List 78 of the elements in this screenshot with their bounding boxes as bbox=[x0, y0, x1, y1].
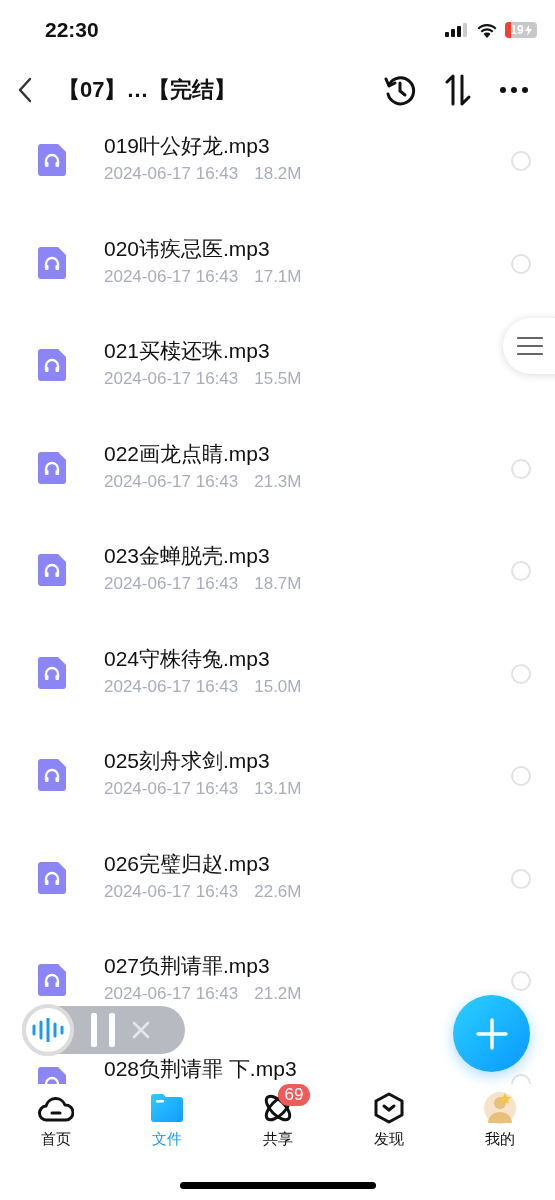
file-row[interactable]: 020讳疾忌医.mp3 2024-06-17 16:43 17.1M bbox=[0, 222, 555, 325]
file-size: 15.0M bbox=[254, 676, 302, 697]
file-date: 2024-06-17 16:43 bbox=[104, 676, 239, 697]
select-radio[interactable] bbox=[511, 151, 531, 171]
file-size: 18.7M bbox=[254, 574, 302, 594]
file-row[interactable]: 024守株待兔.mp3 2024-06-17 16:43 15.0M bbox=[0, 632, 555, 735]
file-size: 21.3M bbox=[254, 471, 302, 492]
file-size: 17.1M bbox=[254, 266, 302, 287]
tab-item[interactable]: 我的 bbox=[444, 1084, 555, 1154]
tab-item[interactable]: 69 共享 bbox=[222, 1084, 333, 1154]
tab-item[interactable]: 发现 bbox=[333, 1084, 444, 1154]
select-radio[interactable] bbox=[511, 766, 531, 786]
audio-file-icon bbox=[38, 349, 66, 381]
file-row[interactable]: 027负荆请罪.mp3 2024-06-17 16:43 21.2M bbox=[0, 940, 555, 1043]
audio-file-icon bbox=[38, 144, 66, 176]
select-radio[interactable] bbox=[511, 458, 531, 479]
file-size: 21.2M bbox=[254, 984, 302, 1004]
file-name: 026完璧归赵.mp3 bbox=[104, 850, 271, 877]
wifi-icon bbox=[477, 22, 497, 38]
file-size: 22.6M bbox=[254, 881, 302, 902]
select-radio[interactable] bbox=[511, 561, 531, 581]
status-time: 22:30 bbox=[45, 18, 99, 42]
file-date: 2024-06-17 16:43 bbox=[104, 471, 239, 492]
charging-icon bbox=[524, 24, 532, 36]
file-name: 019叶公好龙.mp3 bbox=[104, 133, 271, 159]
file-size: 13.1M bbox=[254, 779, 302, 799]
file-row[interactable]: 023金蝉脱壳.mp3 2024-06-17 16:43 18.7M bbox=[0, 530, 555, 633]
file-size: 15.5M bbox=[254, 369, 302, 389]
audio-wave-button[interactable] bbox=[22, 1004, 74, 1056]
audio-file-icon bbox=[38, 964, 66, 996]
select-radio[interactable] bbox=[511, 253, 531, 274]
file-name: 022画龙点睛.mp3 bbox=[104, 440, 271, 467]
sort-icon[interactable] bbox=[443, 74, 473, 106]
file-name: 023金蝉脱壳.mp3 bbox=[104, 543, 271, 569]
file-date: 2024-06-17 16:43 bbox=[104, 164, 239, 184]
file-row[interactable]: 022画龙点睛.mp3 2024-06-17 16:43 21.3M bbox=[0, 427, 555, 530]
plus-icon bbox=[475, 1017, 508, 1050]
file-date: 2024-06-17 16:43 bbox=[104, 881, 239, 902]
select-radio[interactable] bbox=[511, 663, 531, 684]
file-name: 027负荆请罪.mp3 bbox=[104, 953, 271, 979]
history-icon[interactable] bbox=[383, 73, 417, 107]
audio-file-icon bbox=[38, 656, 66, 689]
notification-badge: 69 bbox=[277, 1084, 311, 1106]
hexagon-icon bbox=[373, 1092, 404, 1124]
file-name: 024守株待兔.mp3 bbox=[104, 645, 271, 672]
file-name: 028负荆请罪 下.mp3 bbox=[104, 1055, 298, 1082]
file-name: 020讳疾忌医.mp3 bbox=[104, 235, 271, 262]
audio-file-icon bbox=[38, 246, 66, 279]
file-date: 2024-06-17 16:43 bbox=[104, 369, 239, 389]
audio-file-icon bbox=[38, 554, 66, 586]
menu-icon bbox=[517, 336, 543, 356]
folder-title: 【07】…【完结】 bbox=[58, 76, 238, 104]
tab-item[interactable]: 首页 bbox=[0, 1084, 111, 1154]
close-icon[interactable] bbox=[132, 1021, 150, 1039]
folder-icon bbox=[150, 1094, 183, 1122]
file-name: 021买椟还珠.mp3 bbox=[104, 338, 271, 364]
avatar-icon bbox=[482, 1091, 517, 1125]
pause-icon[interactable] bbox=[90, 1013, 116, 1047]
file-date: 2024-06-17 16:43 bbox=[104, 779, 239, 799]
cloud-icon bbox=[37, 1094, 74, 1122]
file-row[interactable]: 019叶公好龙.mp3 2024-06-17 16:43 18.2M bbox=[0, 120, 555, 223]
file-row[interactable]: 025刻舟求剑.mp3 2024-06-17 16:43 13.1M bbox=[0, 735, 555, 838]
file-name: 025刻舟求剑.mp3 bbox=[104, 748, 271, 774]
select-radio[interactable] bbox=[511, 971, 531, 991]
audio-file-icon bbox=[38, 451, 66, 484]
file-date: 2024-06-17 16:43 bbox=[104, 574, 239, 594]
file-date: 2024-06-17 16:43 bbox=[104, 984, 239, 1004]
audio-file-icon bbox=[38, 759, 66, 791]
select-radio[interactable] bbox=[511, 868, 531, 889]
signal-icon bbox=[445, 23, 469, 37]
file-size: 18.2M bbox=[254, 164, 302, 184]
sound-wave-icon bbox=[31, 1018, 65, 1042]
file-row[interactable]: 026完璧归赵.mp3 2024-06-17 16:43 22.6M bbox=[0, 837, 555, 940]
add-button[interactable] bbox=[453, 995, 530, 1072]
back-icon[interactable] bbox=[18, 77, 32, 103]
audio-file-icon bbox=[38, 861, 66, 894]
file-date: 2024-06-17 16:43 bbox=[104, 266, 239, 287]
more-icon[interactable] bbox=[499, 86, 529, 94]
